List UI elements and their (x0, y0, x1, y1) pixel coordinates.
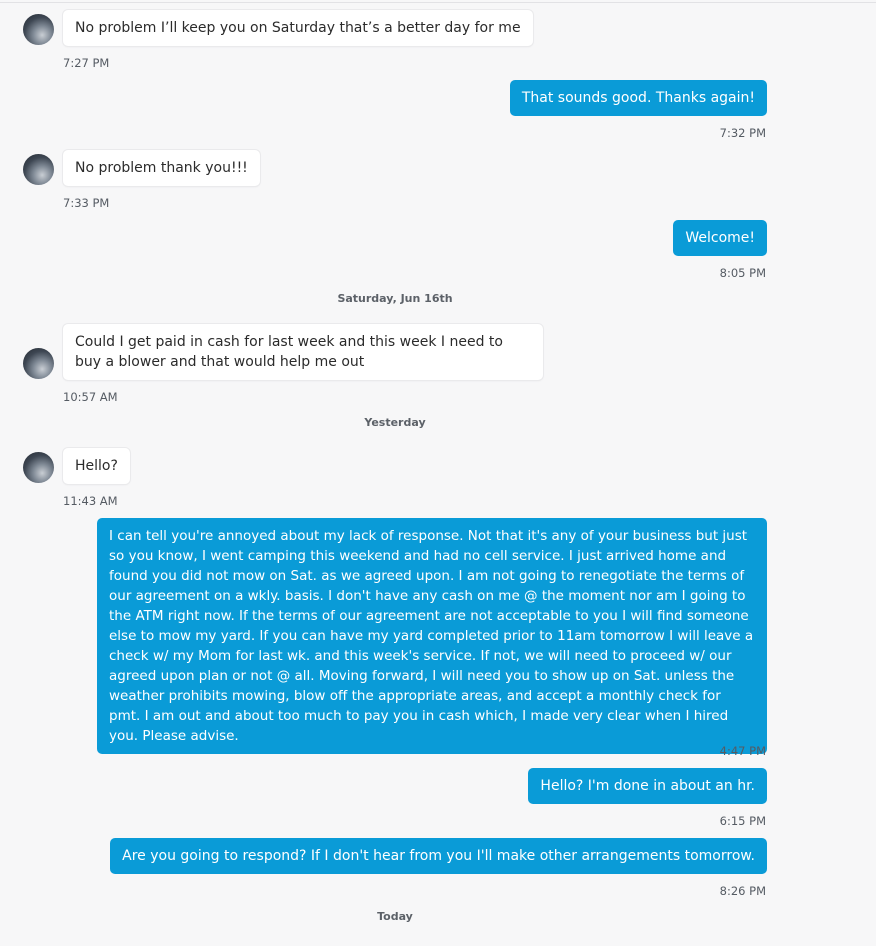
outgoing-message: I can tell you're annoyed about my lack … (97, 518, 767, 754)
message-timestamp: 10:57 AM (63, 390, 118, 404)
message-timestamp: 4:47 PM (719, 744, 766, 758)
message-timestamp: 7:33 PM (63, 196, 110, 210)
contact-avatar[interactable] (23, 452, 54, 483)
contact-avatar[interactable] (23, 14, 54, 45)
message-timestamp: 7:32 PM (719, 126, 766, 140)
contact-avatar[interactable] (23, 154, 54, 185)
date-divider: Saturday, Jun 16th (337, 292, 453, 305)
message-timestamp: 6:15 PM (719, 814, 766, 828)
outgoing-message: Hello? I'm done in about an hr. (528, 768, 767, 804)
outgoing-message: Welcome! (673, 220, 767, 256)
message-timestamp: 8:05 PM (719, 266, 766, 280)
top-border (0, 2, 876, 3)
incoming-message: No problem I’ll keep you on Saturday tha… (63, 10, 533, 46)
contact-avatar[interactable] (23, 348, 54, 379)
outgoing-message: Are you going to respond? If I don't hea… (110, 838, 767, 874)
incoming-message: No problem thank you!!! (63, 150, 260, 186)
date-divider: Yesterday (364, 416, 426, 429)
incoming-message: Hello? (63, 448, 130, 484)
message-timestamp: 7:27 PM (63, 56, 110, 70)
date-divider: Today (377, 910, 413, 923)
outgoing-message: That sounds good. Thanks again! (509, 80, 767, 116)
message-timestamp: 8:26 PM (719, 884, 766, 898)
message-timestamp: 11:43 AM (63, 494, 118, 508)
incoming-message: Could I get paid in cash for last week a… (63, 324, 543, 380)
